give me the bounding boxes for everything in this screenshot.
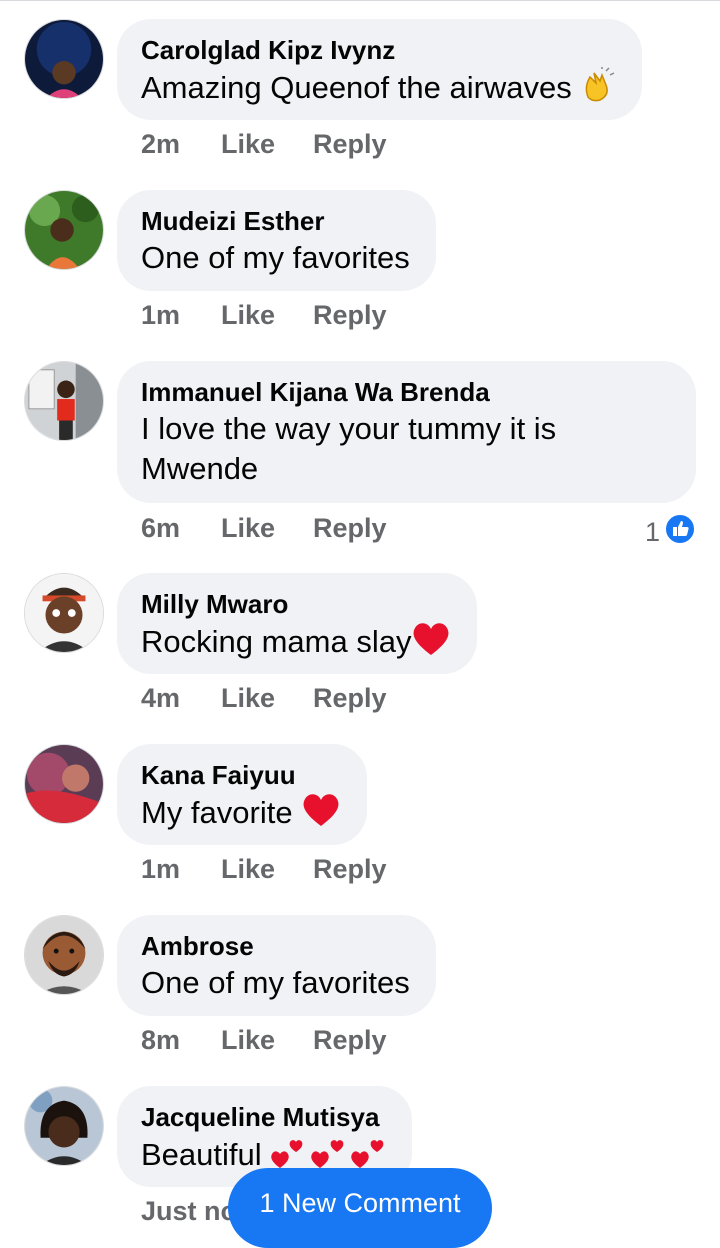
comment-time: 8m <box>141 1025 181 1055</box>
comment-text: I love the way your tummy it is Mwende <box>141 411 557 486</box>
comment-time: 1m <box>141 854 181 884</box>
comment-time: 2m <box>141 129 181 159</box>
comment-author[interactable]: Kana Faiyuu <box>141 760 341 790</box>
comment-actions: 2m Like Reply <box>141 129 387 160</box>
comment-bubble[interactable]: Milly Mwaro Rocking mama slay <box>117 573 478 674</box>
avatar[interactable] <box>24 190 104 270</box>
comment-text: One of my favorites <box>141 240 410 275</box>
like-button[interactable]: Like <box>221 854 313 885</box>
like-button[interactable]: Like <box>221 683 313 714</box>
comment-author[interactable]: Mudeizi Esther <box>141 206 410 236</box>
comment-text: Rocking mama slay <box>141 621 451 667</box>
comment-author[interactable]: Immanuel Kijana Wa Brenda <box>141 377 670 407</box>
like-button[interactable]: Like <box>221 513 313 544</box>
comment-actions: Just no <box>141 1196 238 1227</box>
comment-bubble[interactable]: Carolglad Kipz Ivynz Amazing Queenof the… <box>117 19 643 120</box>
red-heart-icon <box>411 621 451 667</box>
top-divider <box>0 0 720 1</box>
reply-button[interactable]: Reply <box>313 1025 387 1056</box>
comment-text: Amazing Queenof the airwaves <box>141 67 616 113</box>
new-comment-button[interactable]: 1 New Comment <box>228 1168 492 1248</box>
avatar[interactable] <box>24 915 104 995</box>
comment-actions: 4m Like Reply <box>141 683 387 714</box>
reply-button[interactable]: Reply <box>313 854 387 885</box>
reply-button[interactable]: Reply <box>313 683 387 714</box>
comment-text: My favorite <box>141 792 341 838</box>
like-button[interactable]: Like <box>221 129 313 160</box>
comment-author[interactable]: Jacqueline Mutisya <box>141 1102 386 1132</box>
comment-time: Just no <box>141 1196 238 1226</box>
clapping-hands-icon <box>580 67 616 113</box>
reaction-summary[interactable]: 1 <box>645 513 696 552</box>
like-button[interactable]: Like <box>221 1025 313 1056</box>
avatar[interactable] <box>24 361 104 441</box>
comment-actions: 8m Like Reply <box>141 1025 387 1056</box>
comment-actions: 1m Like Reply <box>141 854 387 885</box>
avatar[interactable] <box>24 573 104 653</box>
comment-bubble[interactable]: Immanuel Kijana Wa Brenda I love the way… <box>117 361 696 503</box>
comment-text: One of my favorites <box>141 965 410 1000</box>
red-heart-icon <box>301 792 341 838</box>
like-button[interactable]: Like <box>221 300 313 331</box>
comment-author[interactable]: Milly Mwaro <box>141 589 451 619</box>
avatar[interactable] <box>24 19 104 99</box>
avatar[interactable] <box>24 1086 104 1166</box>
comment-time: 6m <box>141 513 181 543</box>
comment-bubble[interactable]: Ambrose One of my favorites <box>117 915 436 1016</box>
reaction-count: 1 <box>644 517 660 547</box>
comment-bubble[interactable]: Mudeizi Esther One of my favorites <box>117 190 436 291</box>
avatar[interactable] <box>24 744 104 824</box>
reply-button[interactable]: Reply <box>313 513 387 544</box>
comment-time: 1m <box>141 300 181 330</box>
comment-author[interactable]: Ambrose <box>141 931 410 961</box>
comment-author[interactable]: Carolglad Kipz Ivynz <box>141 35 616 65</box>
comment-time: 4m <box>141 683 181 713</box>
reply-button[interactable]: Reply <box>313 300 387 331</box>
comment-actions: 1m Like Reply <box>141 300 387 331</box>
comment-actions: 6m Like Reply <box>141 513 387 544</box>
comment-bubble[interactable]: Kana Faiyuu My favorite <box>117 744 368 845</box>
like-reaction-icon <box>664 513 696 552</box>
reply-button[interactable]: Reply <box>313 129 387 160</box>
